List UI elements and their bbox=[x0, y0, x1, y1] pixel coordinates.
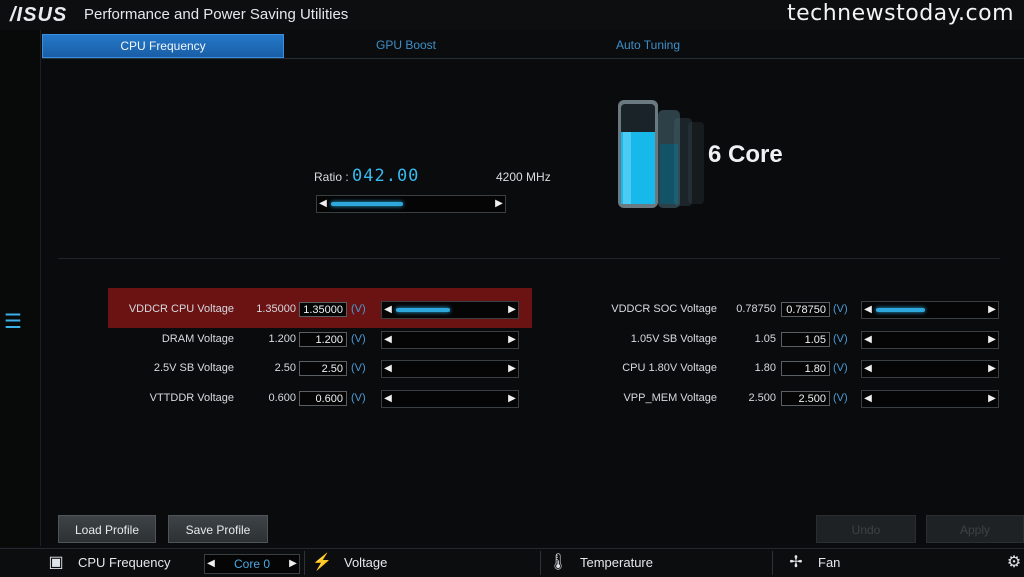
voltage-input[interactable]: 1.05 bbox=[781, 331, 830, 347]
voltage-label: VPP_MEM Voltage bbox=[623, 391, 717, 404]
separator bbox=[772, 551, 773, 575]
left-rail: ☰ bbox=[0, 30, 41, 546]
voltage-unit: (V) bbox=[833, 362, 848, 374]
settings-gear-icon[interactable]: ⚙ bbox=[1004, 553, 1024, 573]
apply-button[interactable]: Apply bbox=[926, 515, 1024, 543]
ratio-label: Ratio : bbox=[314, 170, 349, 184]
slider-fill bbox=[876, 308, 925, 312]
voltage-row: VDDCR SOC Voltage 0.78750 0.78750 (V) ◀ … bbox=[0, 300, 1024, 322]
watermark: technewstoday.com bbox=[786, 1, 1014, 26]
ratio-value: 042.00 bbox=[352, 166, 420, 186]
title-bar: /ISUS Performance and Power Saving Utili… bbox=[0, 0, 1024, 30]
slider-left-arrow-icon[interactable]: ◀ bbox=[862, 302, 874, 318]
slider-fill bbox=[331, 202, 403, 206]
voltage-default: 2.500 bbox=[748, 391, 776, 404]
bottom-cpu-frequency[interactable]: CPU Frequency bbox=[78, 549, 170, 577]
fan-icon: ✢ bbox=[789, 554, 803, 571]
tab-cpu-frequency[interactable]: CPU Frequency bbox=[42, 34, 284, 58]
app-title: Performance and Power Saving Utilities bbox=[84, 6, 349, 23]
voltage-row: VPP_MEM Voltage 2.500 2.500 (V) ◀ ▶ bbox=[0, 389, 1024, 411]
voltage-slider[interactable]: ◀ ▶ bbox=[861, 301, 999, 319]
bottom-bar: ▣ CPU Frequency ◀ Core 0 ▶ ⚡ Voltage 🌡 T… bbox=[0, 548, 1024, 577]
core-selector[interactable]: ◀ Core 0 ▶ bbox=[204, 554, 300, 574]
voltage-unit: (V) bbox=[833, 303, 848, 315]
voltage-input[interactable]: 2.500 bbox=[781, 390, 830, 406]
voltage-label: CPU 1.80V Voltage bbox=[622, 362, 717, 374]
voltage-unit: (V) bbox=[833, 391, 848, 404]
asus-logo: /ISUS bbox=[10, 4, 68, 26]
core-next-arrow-icon[interactable]: ▶ bbox=[287, 555, 299, 573]
frequency-mhz: 4200 MHz bbox=[496, 170, 551, 184]
separator bbox=[540, 551, 541, 575]
tab-bar: CPU Frequency GPU Boost Auto Tuning bbox=[42, 34, 1024, 59]
bottom-voltage[interactable]: Voltage bbox=[344, 549, 387, 577]
voltage-default: 1.05 bbox=[754, 332, 776, 345]
separator bbox=[304, 551, 305, 575]
voltage-input[interactable]: 1.80 bbox=[781, 361, 830, 376]
lightning-icon: ⚡ bbox=[312, 554, 332, 571]
tab-auto-tuning[interactable]: Auto Tuning bbox=[528, 34, 768, 56]
load-profile-button[interactable]: Load Profile bbox=[58, 515, 156, 543]
tab-gpu-boost[interactable]: GPU Boost bbox=[286, 34, 526, 56]
core-selector-value: Core 0 bbox=[233, 557, 271, 571]
voltage-default: 0.78750 bbox=[736, 303, 776, 315]
core-prev-arrow-icon[interactable]: ◀ bbox=[205, 555, 217, 573]
slider-right-arrow-icon[interactable]: ▶ bbox=[986, 332, 998, 348]
voltage-label: VDDCR SOC Voltage bbox=[611, 303, 717, 315]
voltage-default: 1.80 bbox=[754, 362, 776, 374]
slider-left-arrow-icon[interactable]: ◀ bbox=[862, 361, 874, 377]
voltage-row: 1.05V SB Voltage 1.05 1.05 (V) ◀ ▶ bbox=[0, 330, 1024, 352]
cpu-chip-icon: ▣ bbox=[48, 554, 64, 571]
thermometer-icon: 🌡 bbox=[548, 554, 569, 571]
voltage-input[interactable]: 0.78750 bbox=[781, 302, 830, 317]
voltage-unit: (V) bbox=[833, 332, 848, 345]
slider-right-arrow-icon[interactable]: ▶ bbox=[986, 391, 998, 407]
voltage-slider[interactable]: ◀ ▶ bbox=[861, 360, 999, 378]
slider-right-arrow-icon[interactable]: ▶ bbox=[493, 196, 505, 212]
slider-right-arrow-icon[interactable]: ▶ bbox=[986, 302, 998, 318]
slider-right-arrow-icon[interactable]: ▶ bbox=[986, 361, 998, 377]
core-battery-icon bbox=[618, 100, 704, 208]
save-profile-button[interactable]: Save Profile bbox=[168, 515, 268, 543]
section-divider bbox=[58, 258, 1000, 259]
voltage-label: 1.05V SB Voltage bbox=[630, 332, 717, 345]
voltage-row: CPU 1.80V Voltage 1.80 1.80 (V) ◀ ▶ bbox=[0, 359, 1024, 381]
bottom-temperature[interactable]: Temperature bbox=[580, 549, 653, 577]
voltage-slider[interactable]: ◀ ▶ bbox=[861, 389, 999, 408]
voltage-slider[interactable]: ◀ ▶ bbox=[861, 330, 999, 349]
bottom-fan[interactable]: Fan bbox=[818, 549, 840, 577]
slider-left-arrow-icon[interactable]: ◀ bbox=[862, 391, 874, 407]
slider-left-arrow-icon[interactable]: ◀ bbox=[317, 196, 329, 212]
ratio-slider[interactable]: ◀ ▶ bbox=[316, 195, 506, 213]
slider-left-arrow-icon[interactable]: ◀ bbox=[862, 332, 874, 348]
undo-button[interactable]: Undo bbox=[816, 515, 916, 543]
core-count: 6 Core bbox=[708, 141, 783, 168]
